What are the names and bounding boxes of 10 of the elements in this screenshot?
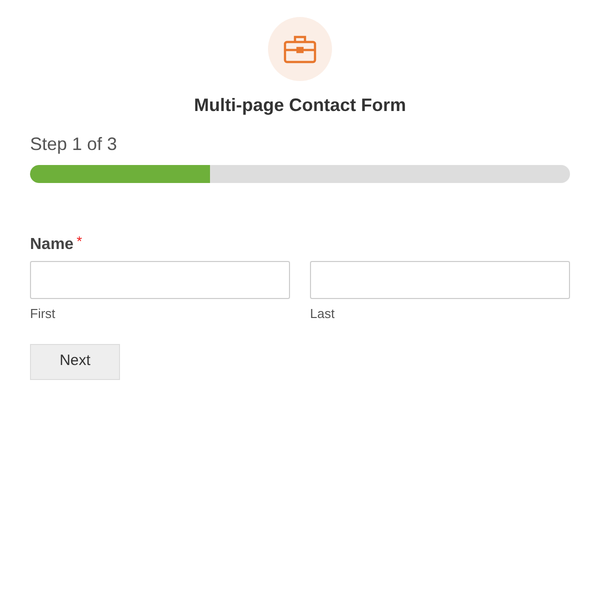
field-label: Name <box>30 235 74 255</box>
required-mark: * <box>76 232 82 251</box>
next-button[interactable]: Next <box>30 344 120 380</box>
text-field[interactable] <box>310 261 570 299</box>
field-sublabel: Last <box>310 305 336 323</box>
form-title: Multi-page Contact Form <box>194 94 406 117</box>
briefcase-icon <box>283 34 317 64</box>
field-sublabel: First <box>30 305 56 323</box>
text-field[interactable] <box>30 261 290 299</box>
step-label: Step 1 of 3 <box>30 133 118 156</box>
